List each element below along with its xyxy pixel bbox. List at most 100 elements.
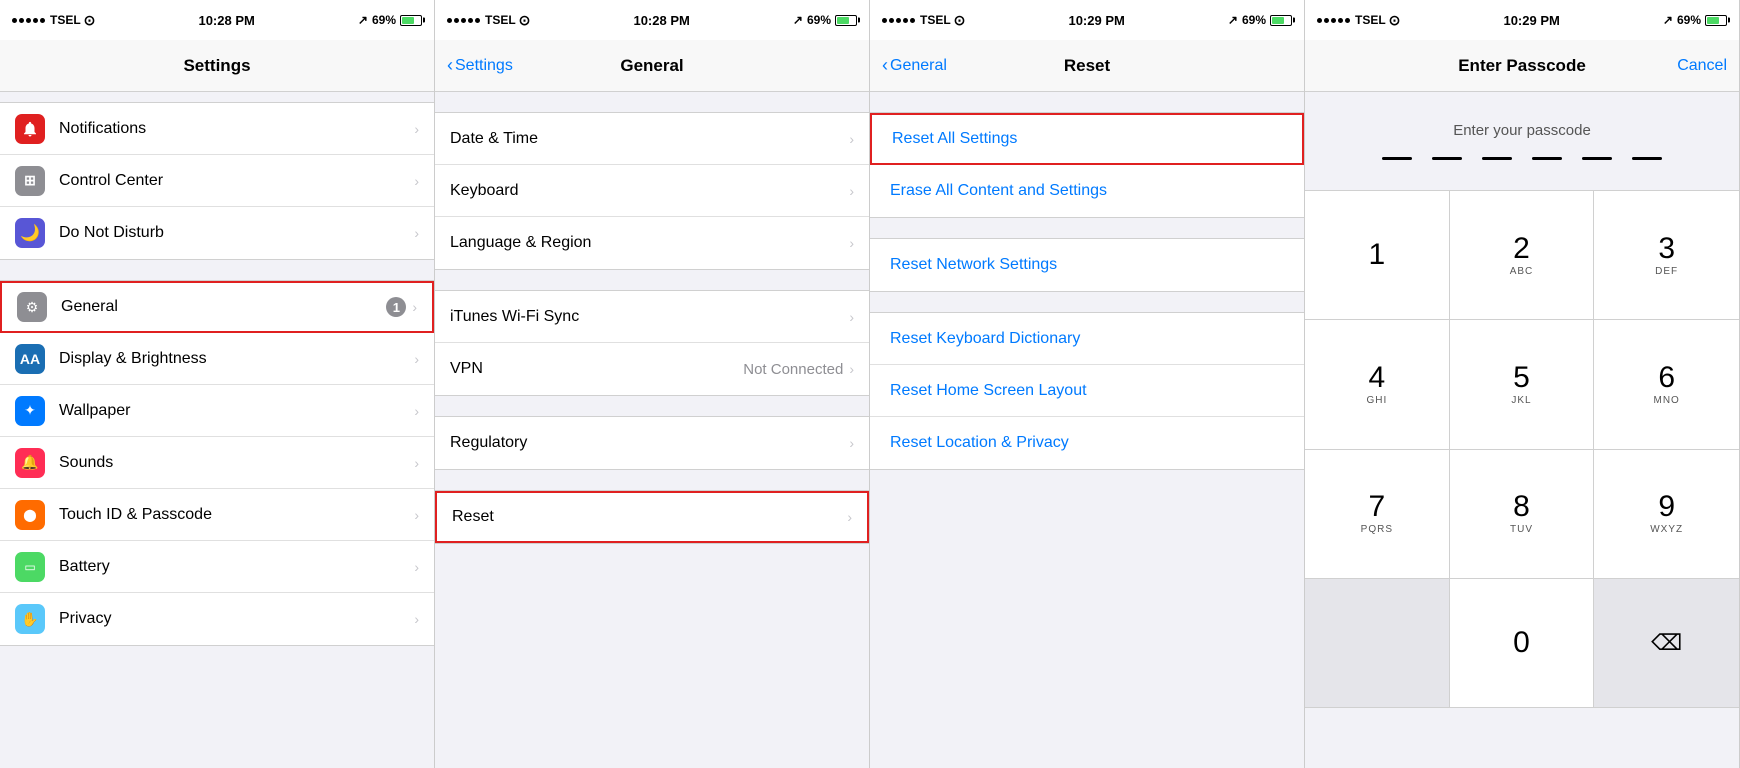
general-item-keyboard[interactable]: Keyboard ›	[435, 165, 869, 217]
language-label: Language & Region	[450, 234, 849, 252]
gap-g1	[435, 92, 869, 112]
chevron-privacy: ›	[414, 611, 419, 627]
num-key-4[interactable]: 4 GHI	[1305, 320, 1450, 449]
do-not-disturb-icon: 🌙	[15, 218, 45, 248]
num-key-6[interactable]: 6 MNO	[1594, 320, 1739, 449]
settings-item-control-center[interactable]: ⊞ Control Center ›	[0, 155, 434, 207]
num-digit-6: 6	[1658, 363, 1675, 393]
signal-dots-1	[12, 18, 45, 23]
wallpaper-label: Wallpaper	[59, 402, 414, 420]
keyboard-label: Keyboard	[450, 182, 849, 200]
back-chevron-2: ‹	[447, 55, 453, 76]
settings-item-touch-id[interactable]: ⬤ Touch ID & Passcode ›	[0, 489, 434, 541]
notifications-label: Notifications	[59, 120, 414, 138]
cancel-button[interactable]: Cancel	[1677, 57, 1727, 75]
gap-g4	[435, 470, 869, 490]
general-item-regulatory[interactable]: Regulatory ›	[435, 417, 869, 469]
control-center-label: Control Center	[59, 172, 414, 190]
settings-list-1: Notifications › ⊞ Control Center › 🌙 Do …	[0, 92, 434, 768]
general-list: Date & Time › Keyboard › Language & Regi…	[435, 92, 869, 768]
nav-back-general[interactable]: ‹ General	[882, 55, 947, 76]
time-2: 10:28 PM	[633, 13, 689, 28]
signal-dots-4	[1317, 18, 1350, 23]
wifi-icon-2: ⊙	[519, 12, 531, 29]
battery-percent-3: 69%	[1242, 13, 1266, 27]
num-digit-9: 9	[1658, 492, 1675, 522]
chevron-display: ›	[414, 351, 419, 367]
numpad: 1 2 ABC 3 DEF 4 GHI 5 JKL 6 MNO 7 PQRS 8…	[1305, 190, 1739, 768]
date-time-label: Date & Time	[450, 130, 849, 148]
battery-icon-1	[400, 15, 422, 26]
chevron-battery: ›	[414, 559, 419, 575]
sounds-label: Sounds	[59, 454, 414, 472]
reset-group-1: Reset All Settings Erase All Content and…	[870, 112, 1304, 218]
reset-item-erase[interactable]: Erase All Content and Settings	[870, 165, 1304, 217]
general-label: General	[61, 298, 386, 316]
general-item-date-time[interactable]: Date & Time ›	[435, 113, 869, 165]
status-right-1: ↗ 69%	[358, 13, 422, 27]
nav-title-1: Settings	[183, 56, 250, 76]
status-right-4: ↗ 69%	[1663, 13, 1727, 27]
num-key-0[interactable]: 0	[1450, 579, 1595, 708]
reset-list: Reset All Settings Erase All Content and…	[870, 92, 1304, 768]
dot-2	[19, 18, 24, 23]
status-left-4: TSEL ⊙	[1317, 12, 1400, 29]
num-key-9[interactable]: 9 WXYZ	[1594, 450, 1739, 579]
dot-5	[40, 18, 45, 23]
status-bar-1: TSEL ⊙ 10:28 PM ↗ 69%	[0, 0, 434, 40]
gap-g2	[435, 270, 869, 290]
status-left-2: TSEL ⊙	[447, 12, 530, 29]
num-key-5[interactable]: 5 JKL	[1450, 320, 1595, 449]
general-item-reset[interactable]: Reset ›	[435, 491, 869, 543]
settings-item-privacy[interactable]: ✋ Privacy ›	[0, 593, 434, 645]
passcode-panel: TSEL ⊙ 10:29 PM ↗ 69% Enter Passcode Can…	[1305, 0, 1740, 768]
settings-item-notifications[interactable]: Notifications ›	[0, 103, 434, 155]
nav-bar-1: Settings	[0, 40, 434, 92]
num-letters-2: ABC	[1510, 266, 1534, 277]
nav-bar-4: Enter Passcode Cancel	[1305, 40, 1739, 92]
battery-icon-2	[835, 15, 857, 26]
status-bar-3: TSEL ⊙ 10:29 PM ↗ 69%	[870, 0, 1304, 40]
carrier-4: TSEL	[1355, 13, 1386, 27]
sounds-icon: 🔔	[15, 448, 45, 478]
settings-item-sounds[interactable]: 🔔 Sounds ›	[0, 437, 434, 489]
nav-back-settings[interactable]: ‹ Settings	[447, 55, 513, 76]
passcode-dash-6	[1632, 157, 1662, 160]
battery-icon-3	[1270, 15, 1292, 26]
privacy-icon: ✋	[15, 604, 45, 634]
control-center-icon: ⊞	[15, 166, 45, 196]
general-item-language[interactable]: Language & Region ›	[435, 217, 869, 269]
num-key-2[interactable]: 2 ABC	[1450, 191, 1595, 320]
settings-item-battery[interactable]: ▭ Battery ›	[0, 541, 434, 593]
general-item-itunes[interactable]: iTunes Wi-Fi Sync ›	[435, 291, 869, 343]
status-right-3: ↗ 69%	[1228, 13, 1292, 27]
num-digit-7: 7	[1368, 492, 1385, 522]
status-left-1: TSEL ⊙	[12, 12, 95, 29]
num-key-delete[interactable]: ⌫	[1594, 579, 1739, 708]
reset-item-location[interactable]: Reset Location & Privacy	[870, 417, 1304, 469]
num-digit-1: 1	[1368, 240, 1385, 270]
reset-item-home-screen[interactable]: Reset Home Screen Layout	[870, 365, 1304, 417]
num-key-3[interactable]: 3 DEF	[1594, 191, 1739, 320]
settings-item-wallpaper[interactable]: ✦ Wallpaper ›	[0, 385, 434, 437]
time-4: 10:29 PM	[1503, 13, 1559, 28]
num-digit-8: 8	[1513, 492, 1530, 522]
num-key-1[interactable]: 1	[1305, 191, 1450, 320]
battery-fill-4	[1707, 17, 1719, 24]
reset-group-2: Reset Network Settings	[870, 238, 1304, 292]
nav-title-3: Reset	[1064, 56, 1110, 76]
signal-dots-3	[882, 18, 915, 23]
reset-item-network[interactable]: Reset Network Settings	[870, 239, 1304, 291]
chevron-keyboard: ›	[849, 183, 854, 199]
settings-item-do-not-disturb[interactable]: 🌙 Do Not Disturb ›	[0, 207, 434, 259]
num-digit-0: 0	[1513, 628, 1530, 658]
settings-item-display[interactable]: AA Display & Brightness ›	[0, 333, 434, 385]
general-item-vpn[interactable]: VPN Not Connected ›	[435, 343, 869, 395]
num-key-7[interactable]: 7 PQRS	[1305, 450, 1450, 579]
reset-item-all-settings[interactable]: Reset All Settings	[870, 113, 1304, 165]
settings-item-general[interactable]: ⚙ General 1 ›	[0, 281, 434, 333]
reset-item-keyboard[interactable]: Reset Keyboard Dictionary	[870, 313, 1304, 365]
num-letters-8: TUV	[1510, 524, 1533, 535]
num-key-8[interactable]: 8 TUV	[1450, 450, 1595, 579]
carrier-1: TSEL	[50, 13, 81, 27]
